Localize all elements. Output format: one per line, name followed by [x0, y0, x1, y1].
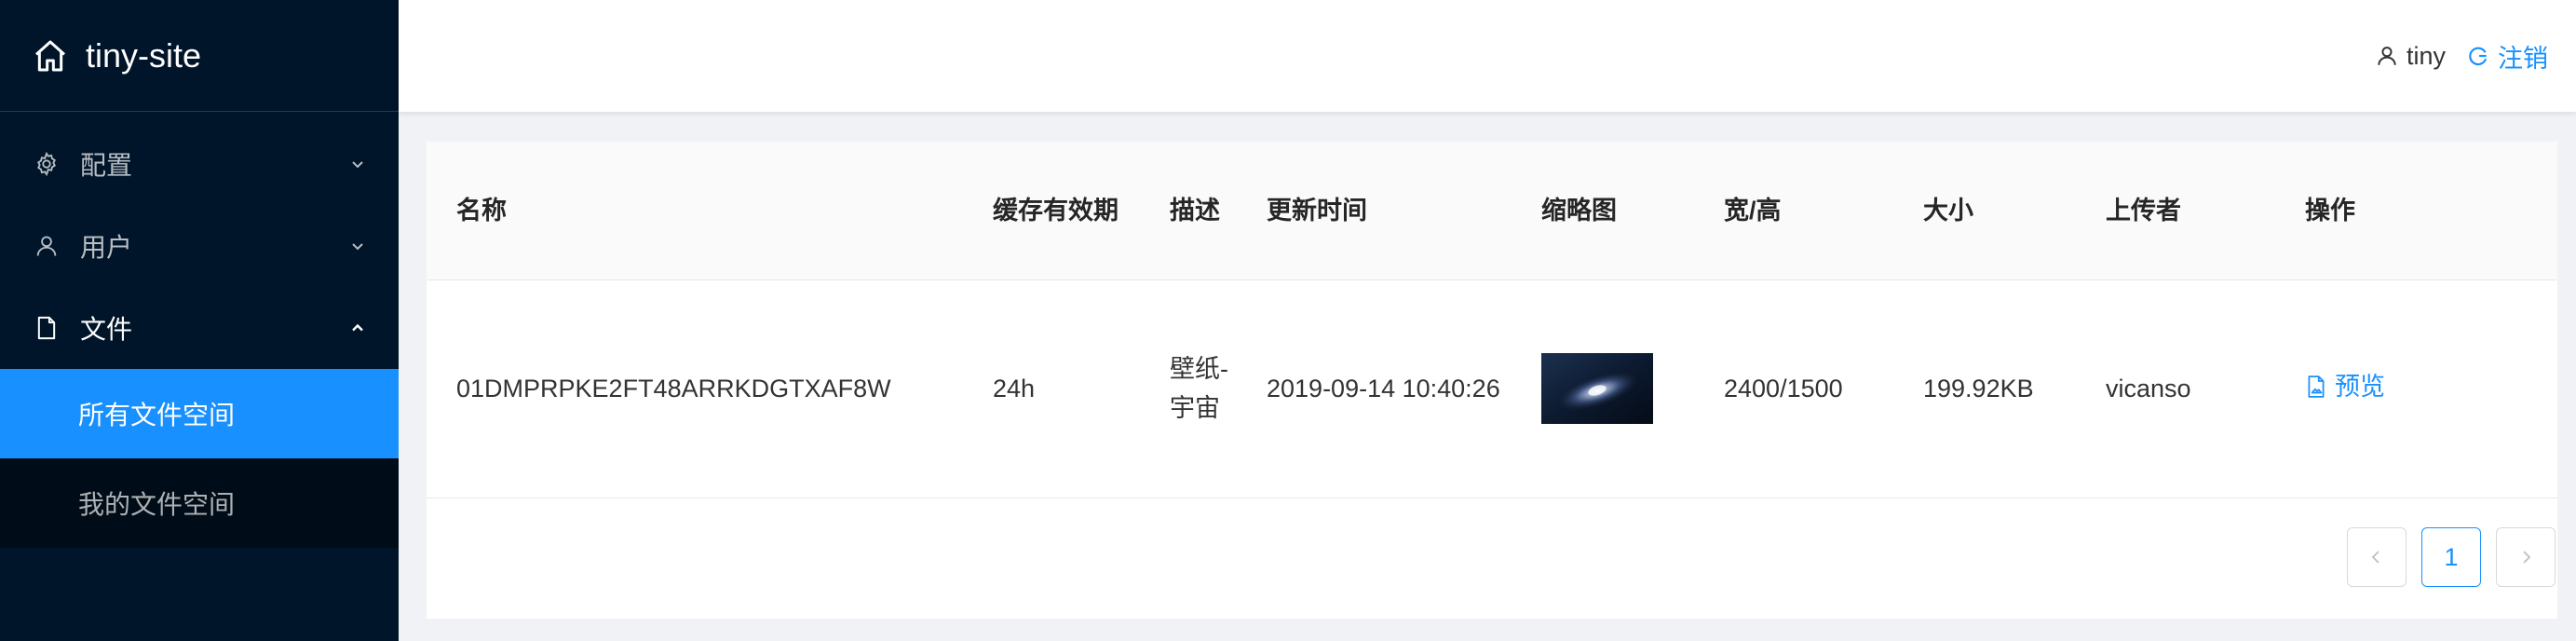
- column-header-dimensions: 宽/高: [1694, 142, 1893, 280]
- chevron-right-icon: [2523, 551, 2531, 564]
- user-icon: [2378, 47, 2396, 65]
- prev-page-button[interactable]: [2347, 527, 2407, 587]
- submenu-all-file-spaces[interactable]: 所有文件空间: [0, 369, 399, 458]
- chevron-left-icon: [2371, 551, 2379, 564]
- preview-label: 预览: [2335, 373, 2385, 401]
- current-user[interactable]: tiny: [2375, 42, 2446, 71]
- files-submenu: 所有文件空间 我的文件空间: [0, 369, 399, 548]
- cell-uploader: vicanso: [2076, 280, 2275, 498]
- preview-link[interactable]: 预览: [2305, 367, 2385, 406]
- chevron-down-icon: [348, 155, 367, 173]
- username: tiny: [2406, 41, 2446, 70]
- logout-label: 注销: [2498, 44, 2548, 73]
- home-icon: [35, 40, 65, 71]
- file-table-card: 名称 缓存有效期 描述 更新时间 缩略图 宽/高 大小 上传者 操作 01DMP…: [427, 142, 2557, 619]
- column-header-updated-at: 更新时间: [1237, 142, 1512, 280]
- chevron-up-icon: [348, 319, 367, 337]
- submenu-my-file-spaces[interactable]: 我的文件空间: [0, 458, 399, 548]
- cell-actions: 预览: [2275, 280, 2557, 498]
- file-image-icon: [2308, 375, 2325, 398]
- column-header-size: 大小: [1893, 142, 2076, 280]
- cell-thumbnail: [1512, 280, 1694, 498]
- column-header-cache: 缓存有效期: [963, 142, 1140, 280]
- app-logo[interactable]: tiny-site: [0, 0, 399, 112]
- cell-dimensions: 2400/1500: [1694, 280, 1893, 498]
- menu-users[interactable]: 用户: [0, 205, 399, 287]
- chevron-down-icon: [348, 237, 367, 255]
- menu-config[interactable]: 配置: [0, 123, 399, 205]
- menu-files-label: 文件: [80, 315, 133, 344]
- column-header-uploader: 上传者: [2076, 142, 2275, 280]
- file-table: 名称 缓存有效期 描述 更新时间 缩略图 宽/高 大小 上传者 操作 01DMP…: [427, 142, 2557, 498]
- menu-files[interactable]: 文件: [0, 287, 399, 369]
- app-title: tiny-site: [86, 35, 202, 75]
- menu-config-label: 配置: [80, 151, 133, 180]
- cell-size: 199.92KB: [1893, 280, 2076, 498]
- page-button-current[interactable]: 1: [2421, 527, 2481, 587]
- pagination: 1: [2347, 527, 2556, 587]
- cell-cache: 24h: [963, 280, 1140, 498]
- column-header-thumbnail: 缩略图: [1512, 142, 1694, 280]
- next-page-button[interactable]: [2496, 527, 2556, 587]
- column-header-actions: 操作: [2275, 142, 2557, 280]
- top-header: tiny 注销: [399, 0, 2576, 112]
- cell-description: 壁纸-宇宙: [1140, 280, 1237, 498]
- sidebar: tiny-site 配置 用户 文件 所有文件空间 我的文件空间: [0, 0, 399, 641]
- table-header-row: 名称 缓存有效期 描述 更新时间 缩略图 宽/高 大小 上传者 操作: [427, 142, 2557, 280]
- cell-name: 01DMPRPKE2FT48ARRKDGTXAF8W: [427, 280, 963, 498]
- column-header-name: 名称: [427, 142, 963, 280]
- table-row: 01DMPRPKE2FT48ARRKDGTXAF8W 24h 壁纸-宇宙 201…: [427, 280, 2557, 498]
- column-header-description: 描述: [1140, 142, 1237, 280]
- menu-users-label: 用户: [80, 233, 133, 262]
- logout-button[interactable]: 注销: [2466, 38, 2548, 75]
- thumbnail-image[interactable]: [1541, 353, 1653, 424]
- logout-icon: [2469, 47, 2488, 66]
- user-icon: [34, 233, 60, 259]
- file-icon: [34, 315, 60, 341]
- cell-updated-at: 2019-09-14 10:40:26: [1237, 280, 1512, 498]
- gear-icon: [34, 151, 60, 177]
